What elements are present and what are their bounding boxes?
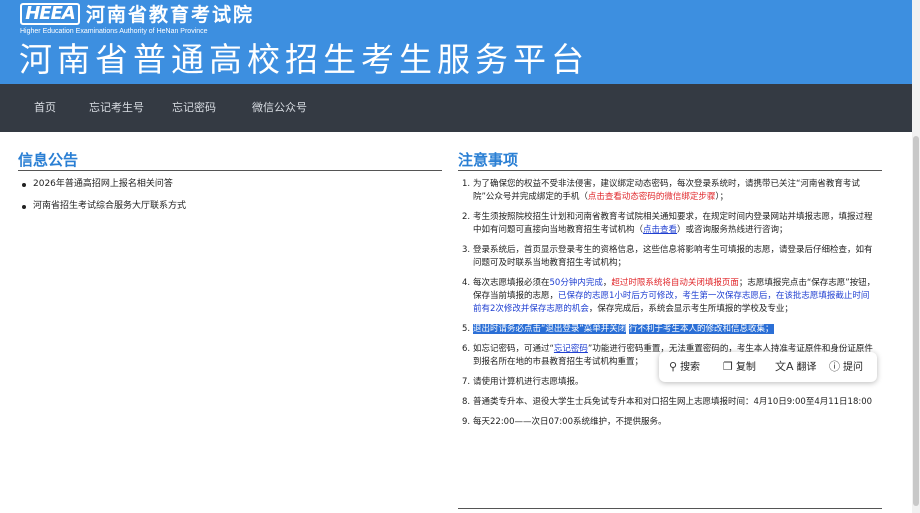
note-number: 2. <box>462 212 471 222</box>
heea-logo[interactable]: HEEA <box>20 3 80 25</box>
page-scrollbar-thumb[interactable] <box>913 136 919 506</box>
note-text: 50分钟内完成 <box>549 278 603 288</box>
note-text: ）或咨询服务热线进行咨询； <box>677 225 788 235</box>
note-text: 如忘记密码，可通过“ <box>473 344 554 354</box>
main-nav: 首页 忘记考生号 忘记密码 微信公众号 <box>0 84 920 132</box>
note-item: 5. 退出时请务必点击“退出登录”菜单并关闭 行不利于考生本人的修改和信息收集； <box>462 323 876 336</box>
note-text: 请使用计算机进行志愿填报。 <box>473 377 584 387</box>
announcement-item[interactable]: 河南省招生考试综合服务大厅联系方式 <box>22 200 422 213</box>
note-text: ，保存完成后，系统会显示考生所填报的学校及专业； <box>588 304 793 314</box>
note-text: 登录系统后，首页显示登录考生的资格信息，这些信息将影响考生可填报的志愿，请登录后… <box>473 245 873 268</box>
notes-bottom-divider <box>458 508 882 509</box>
note-text: 每天22:00——次日07:00系统维护，不提供服务。 <box>473 417 667 427</box>
popup-search-button[interactable]: ⚲ 搜索 <box>669 352 700 382</box>
site-header: HEEA 河南省教育考试院 Higher Education Examinati… <box>0 0 920 84</box>
note-item: 1. 为了确保您的权益不受非法侵害，建议绑定动态密码，每次登录系统时，请携带已关注… <box>462 178 876 204</box>
nav-forgot-candidate-number[interactable]: 忘记考生号 <box>89 84 144 132</box>
note-item: 3. 登录系统后，首页显示登录考生的资格信息，这些信息将影响考生可填报的志愿，请登… <box>462 244 876 270</box>
notes-list: 1. 为了确保您的权益不受非法侵害，建议绑定动态密码，每次登录系统时，请携带已关注… <box>462 178 876 436</box>
ask-icon: ⓘ <box>829 360 840 373</box>
note-link[interactable]: 点击查看 <box>643 225 677 235</box>
notes-title: 注意事项 <box>458 151 519 169</box>
note-number: 1. <box>462 179 471 189</box>
announcements-title: 信息公告 <box>18 151 79 169</box>
note-number: 6. <box>462 344 471 354</box>
note-item: 9. 每天22:00——次日07:00系统维护，不提供服务。 <box>462 416 876 429</box>
popup-copy-label: 复制 <box>735 362 756 373</box>
note-item: 4. 每次志愿填报必须在50分钟内完成，超过时限系统将自动关闭填报页面；志愿填报完… <box>462 277 876 316</box>
note-number: 8. <box>462 397 471 407</box>
note-text: 普通类专升本、退役大学生士兵免试专升本和对口招生网上志愿填报时间：4月10日9:… <box>473 397 873 407</box>
org-name-english: Higher Education Examinations Authority … <box>20 28 208 35</box>
translate-icon: 文A <box>775 360 794 373</box>
announcement-item[interactable]: 2026年普通高招网上报名相关问答 <box>22 178 422 191</box>
text-selection-toolbar: ⚲ 搜索 ❐ 复制 文A 翻译 ⓘ 提问 <box>659 352 877 382</box>
note-item: 8. 普通类专升本、退役大学生士兵免试专升本和对口招生网上志愿填报时间：4月10日… <box>462 396 876 409</box>
note-item: 2. 考生须按照院校招生计划和河南省教育考试院相关通知要求，在规定时间内登录网站并… <box>462 211 876 237</box>
announcements-divider <box>18 170 442 171</box>
note-text[interactable]: 点击查看动态密码的微信绑定步骤 <box>588 192 716 202</box>
note-selected-text: 行不利于考生本人的修改和信息收集； <box>629 324 774 334</box>
popup-translate-label: 翻译 <box>796 362 817 373</box>
note-number: 7. <box>462 377 471 387</box>
org-name: 河南省教育考试院 <box>86 4 255 26</box>
nav-home[interactable]: 首页 <box>34 84 56 132</box>
nav-wechat-account[interactable]: 微信公众号 <box>252 84 307 132</box>
nav-forgot-password[interactable]: 忘记密码 <box>172 84 216 132</box>
note-number: 3. <box>462 245 471 255</box>
note-text: 每次志愿填报必须在 <box>473 278 550 288</box>
copy-icon: ❐ <box>723 360 733 373</box>
note-text: ）； <box>715 192 729 202</box>
announcements-list: 2026年普通高招网上报名相关问答 河南省招生考试综合服务大厅联系方式 <box>22 178 422 222</box>
note-number: 5. <box>462 324 471 334</box>
note-number: 4. <box>462 278 471 288</box>
popup-ask-button[interactable]: ⓘ 提问 <box>829 352 863 382</box>
notes-divider <box>458 170 882 171</box>
popup-copy-button[interactable]: ❐ 复制 <box>723 352 756 382</box>
platform-title: 河南省普通高校招生考生服务平台 <box>19 40 589 79</box>
popup-translate-button[interactable]: 文A 翻译 <box>775 352 817 382</box>
note-selected-text: 退出时请务必点击“退出登录”菜单并关闭 <box>473 324 627 334</box>
note-text[interactable]: 超过时限系统将自动关闭填报页面 <box>611 278 739 288</box>
popup-ask-label: 提问 <box>843 362 863 373</box>
search-icon: ⚲ <box>669 360 678 373</box>
popup-search-label: 搜索 <box>680 362 701 373</box>
note-number: 9. <box>462 417 471 427</box>
note-link[interactable]: 忘记密码 <box>554 344 588 354</box>
